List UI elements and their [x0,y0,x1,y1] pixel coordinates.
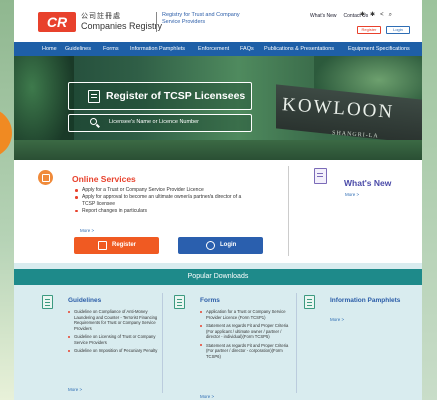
pamphlets-icon [304,295,315,309]
site-tagline: Registry for Trust and Company Service P… [162,12,240,25]
nav-item-equipment-specifications[interactable]: Equipment Specifications [348,42,410,56]
register-button[interactable]: Register [74,237,159,254]
font-size-icon[interactable]: ✱ [370,12,375,18]
logo-chinese-name: 公司註冊處 [81,13,121,20]
nav-item-information-pamphlets[interactable]: Information Pamphlets [130,42,185,56]
cr-logo[interactable]: CR [38,12,76,32]
header-icons: ✱ ✱ < ⌕ [360,11,397,19]
whats-new-title: What's New [344,178,392,188]
news-icon [314,168,327,184]
information-pamphlets-title[interactable]: Information Pamphlets [330,297,400,304]
whats-new-more-link[interactable]: More > [345,192,359,197]
nav-item-publications[interactable]: Publications & Presentations [264,42,334,56]
accessibility-icon[interactable]: ✱ [360,12,365,18]
logo-divider [156,12,157,32]
nav-item-home[interactable]: Home [42,42,57,56]
list-item[interactable]: Guideline on Imposition of Pecuniary Pen… [68,348,162,354]
forms-more-link[interactable]: More > [200,394,214,399]
guidelines-more-link[interactable]: More > [68,387,82,392]
user-icon [206,241,215,250]
guidelines-title[interactable]: Guidelines [68,297,101,304]
online-services-title: Online Services [72,174,136,184]
logo-mark: CR [46,14,68,30]
register-button-label: Register [112,242,137,248]
header-register-button[interactable]: Register [357,26,381,34]
list-item[interactable]: Statement as regards Fit and Proper Crit… [200,323,294,340]
guidelines-list: Guideline on Compliance of Anti-Money La… [68,309,162,357]
forms-title[interactable]: Forms [200,297,220,304]
magnifier-icon [90,118,97,125]
nav-item-enforcement[interactable]: Enforcement [198,42,229,56]
document-icon [88,90,100,103]
register-form-icon [98,241,107,250]
popular-downloads-bar: Popular Downloads [14,269,422,285]
nav-item-guidelines[interactable]: Guidelines [65,42,91,56]
register-of-licensees-label: Register of TCSP Licensees [106,90,246,102]
main-nav: Home Guidelines Forms Information Pamphl… [14,42,422,56]
popular-downloads-title: Popular Downloads [187,273,249,280]
list-item[interactable]: Apply for approval to become an ultimate… [74,194,254,207]
online-services-list: Apply for a Trust or Company Service Pro… [74,187,254,215]
section-divider [288,166,289,256]
list-item[interactable]: Application for a Trust or Company Servi… [200,309,294,320]
list-item[interactable]: Guideline on Licensing of Trust or Compa… [68,334,162,345]
list-item[interactable]: Guideline on Compliance of Anti-Money La… [68,309,162,331]
nav-item-faqs[interactable]: FAQs [240,42,254,56]
popular-downloads-section: Popular Downloads Guidelines Guideline o… [14,263,422,400]
online-services-icon [38,170,53,185]
nav-item-forms[interactable]: Forms [103,42,119,56]
search-placeholder: Licensee's Name or Licence Number [109,119,200,125]
column-divider [296,293,297,393]
page: CR 公司註冊處 Companies Registry Registry for… [14,0,422,400]
search-icon[interactable]: ⌕ [389,12,392,18]
left-background-strip [0,0,14,400]
information-pamphlets-more-link[interactable]: More > [330,317,344,322]
logo-english-name: Companies Registry [81,21,163,31]
list-item[interactable]: Apply for a Trust or Company Service Pro… [74,187,254,194]
guidelines-icon [42,295,53,309]
online-services-more-link[interactable]: More > [80,228,94,233]
forms-list: Application for a Trust or Company Servi… [200,309,294,362]
header: CR 公司註冊處 Companies Registry Registry for… [14,0,422,42]
login-button[interactable]: Login [178,237,263,254]
header-login-button[interactable]: Login [386,26,410,34]
licensee-search-input[interactable]: Licensee's Name or Licence Number [68,114,252,132]
register-of-licensees-button[interactable]: Register of TCSP Licensees [68,82,252,110]
share-icon[interactable]: < [380,12,384,18]
hero-ground [14,140,422,160]
column-divider [162,293,163,393]
login-button-label: Login [220,242,237,248]
forms-icon [174,295,185,309]
right-background-strip [422,0,437,400]
list-item[interactable]: Report changes in particulars [74,208,254,215]
list-item[interactable]: Statement as regards Fit and Proper Crit… [200,343,294,360]
services-section: Online Services Apply for a Trust or Com… [14,160,422,263]
whats-new-link[interactable]: What's New [310,13,337,19]
